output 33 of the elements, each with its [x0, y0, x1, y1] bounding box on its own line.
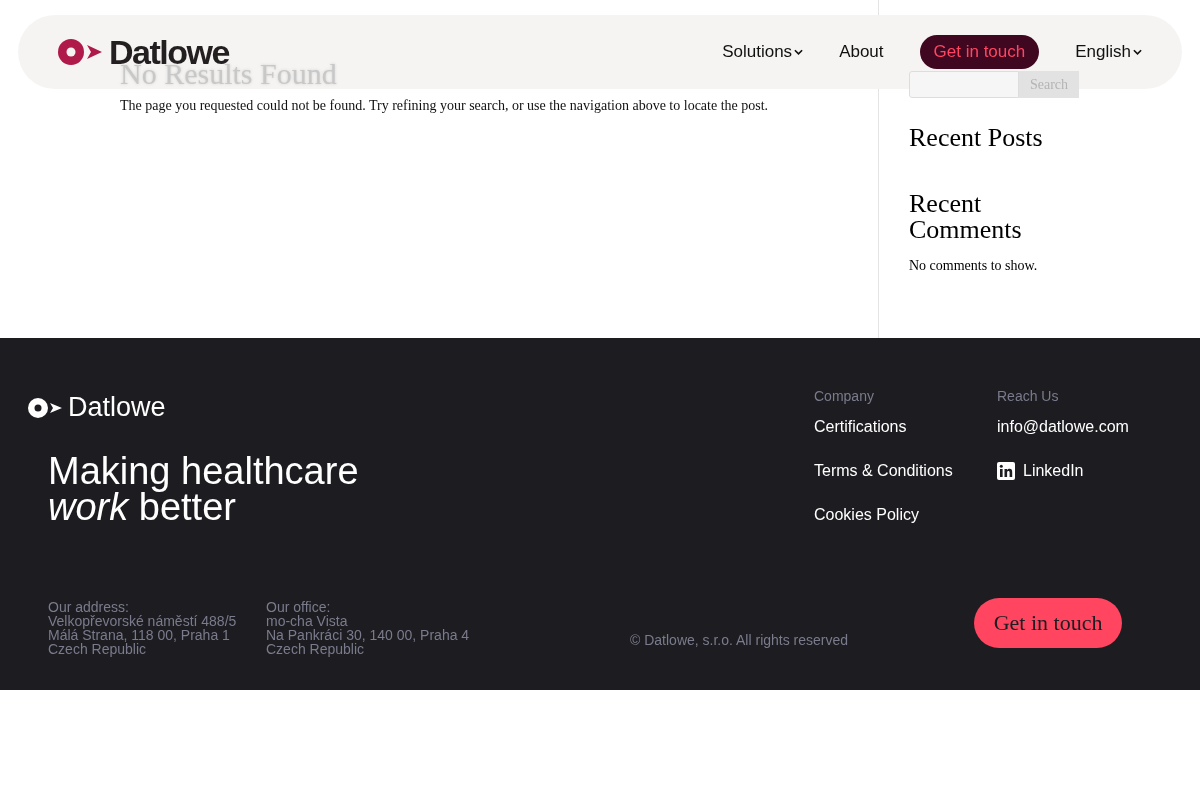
- address-line: Málá Strana, 118 00, Praha 1: [48, 628, 231, 642]
- search-field[interactable]: [909, 71, 1019, 98]
- nav-link[interactable]: About: [839, 42, 884, 62]
- linkedin-icon: [997, 462, 1015, 480]
- address-line: mo-cha Vista: [266, 614, 349, 628]
- address-label: Our office:: [266, 600, 332, 614]
- tagline: Making healthcare work better: [48, 453, 360, 525]
- copyright: © Datlowe, s.r.o. All rights reserved: [630, 632, 849, 648]
- footer-link[interactable]: Cookies Policy: [814, 506, 919, 550]
- caret-icon: [1133, 49, 1142, 55]
- widget-title: Recent Comments: [909, 191, 1023, 243]
- linkedin-link[interactable]: LinkedIn: [997, 462, 1084, 506]
- logo-icon: [58, 39, 102, 65]
- footer-link[interactable]: Certifications: [814, 418, 907, 462]
- column-heading: Reach Us: [997, 388, 1059, 404]
- address-line: Czech Republic: [48, 642, 148, 656]
- nav-link[interactable]: English: [1075, 42, 1142, 62]
- footer-link[interactable]: info@datlowe.com: [997, 418, 1129, 462]
- address-line: Velkopřevorské náměstí 488/5: [48, 614, 238, 628]
- address-line: Czech Republic: [266, 642, 366, 656]
- column-heading: Company: [814, 388, 874, 404]
- logo-icon: [28, 397, 62, 418]
- not-found-message: The page you requested could not be found. Try refining your search, or use the navigation above to locate the post.: [120, 98, 770, 114]
- get-in-touch-button[interactable]: Get in touch: [919, 35, 1040, 69]
- widget-title: Recent Posts: [909, 125, 1044, 151]
- address-line: Na Pankráci 30, 140 00, Praha 4: [266, 628, 471, 642]
- address-label: Our address:: [48, 600, 130, 614]
- logo-text[interactable]: Datlowe: [68, 392, 166, 423]
- get-in-touch-button[interactable]: Get in touch: [974, 598, 1123, 648]
- nav-link[interactable]: Solutions: [722, 42, 804, 62]
- caret-icon: [794, 49, 804, 55]
- footer-link[interactable]: Terms & Conditions: [814, 462, 953, 506]
- widget-text: No comments to show.: [909, 258, 1039, 274]
